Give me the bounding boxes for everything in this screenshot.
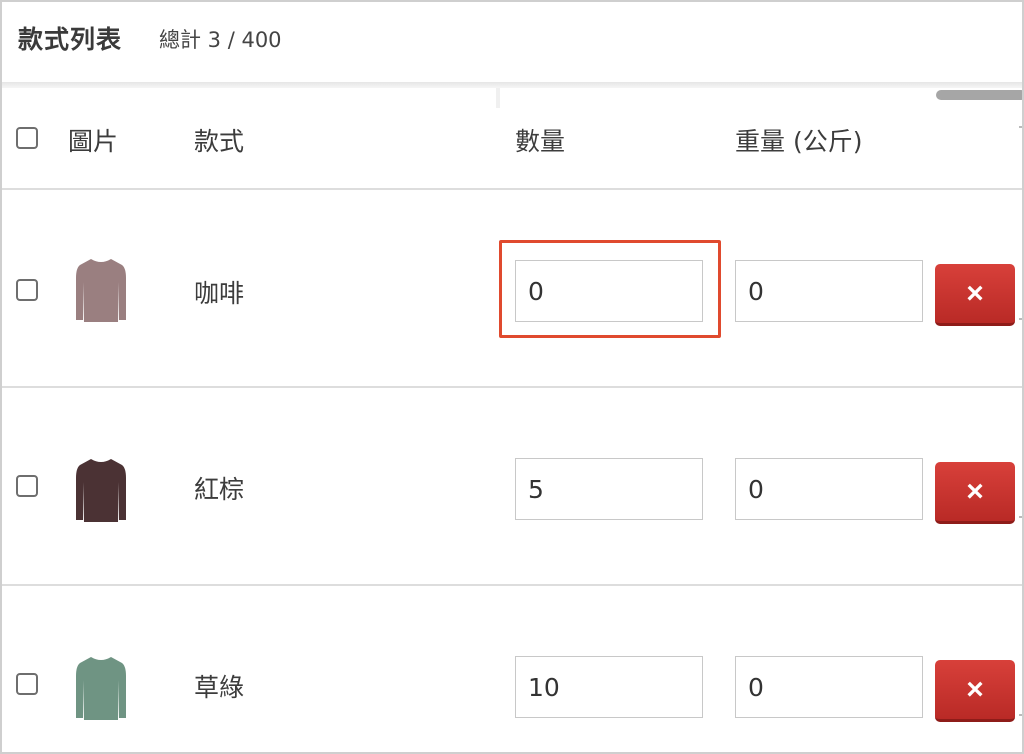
delete-button[interactable]: × bbox=[935, 264, 1015, 326]
panel-header: 款式列表 總計 3 / 400 bbox=[2, 2, 1022, 84]
edge-marker bbox=[1019, 318, 1022, 320]
weight-input[interactable] bbox=[735, 260, 923, 322]
variant-name: 咖啡 bbox=[194, 279, 245, 308]
close-icon: × bbox=[966, 474, 984, 508]
edge-marker bbox=[1019, 516, 1022, 518]
table-row: 草綠 × bbox=[2, 586, 1022, 752]
quantity-input[interactable] bbox=[515, 656, 703, 718]
quantity-input[interactable] bbox=[515, 458, 703, 520]
select-all-checkbox[interactable] bbox=[16, 127, 38, 149]
shirt-icon bbox=[76, 459, 126, 522]
close-icon: × bbox=[966, 672, 984, 706]
shirt-icon bbox=[76, 259, 126, 322]
column-header-quantity: 數量 bbox=[515, 127, 566, 156]
weight-input[interactable] bbox=[735, 458, 923, 520]
row-checkbox[interactable] bbox=[16, 673, 38, 695]
table-row: 紅棕 × bbox=[2, 388, 1022, 584]
edge-marker bbox=[1019, 126, 1022, 128]
edge-marker bbox=[1019, 714, 1022, 716]
total-count: 總計 3 / 400 bbox=[159, 28, 282, 52]
delete-button[interactable]: × bbox=[935, 462, 1015, 524]
panel-title: 款式列表 bbox=[18, 25, 123, 54]
close-icon: × bbox=[966, 276, 984, 310]
column-header-weight: 重量 (公斤) bbox=[735, 127, 863, 156]
table-header: 圖片 款式 數量 重量 (公斤) bbox=[2, 88, 1022, 188]
shirt-thumbnail bbox=[76, 459, 126, 522]
row-checkbox[interactable] bbox=[16, 279, 38, 301]
variant-name: 紅棕 bbox=[194, 475, 245, 504]
shirt-thumbnail bbox=[76, 657, 126, 720]
shirt-thumbnail bbox=[76, 259, 126, 322]
weight-input[interactable] bbox=[735, 656, 923, 718]
column-header-style: 款式 bbox=[194, 127, 245, 156]
variant-list-panel: 款式列表 總計 3 / 400 圖片 款式 數量 重量 (公斤) 咖啡 × 紅棕 bbox=[0, 0, 1024, 754]
table-row: 咖啡 × bbox=[2, 190, 1022, 386]
column-header-image: 圖片 bbox=[68, 127, 119, 156]
quantity-input[interactable] bbox=[515, 260, 703, 322]
row-checkbox[interactable] bbox=[16, 475, 38, 497]
shirt-icon bbox=[76, 657, 126, 720]
delete-button[interactable]: × bbox=[935, 660, 1015, 722]
variant-name: 草綠 bbox=[194, 673, 245, 702]
